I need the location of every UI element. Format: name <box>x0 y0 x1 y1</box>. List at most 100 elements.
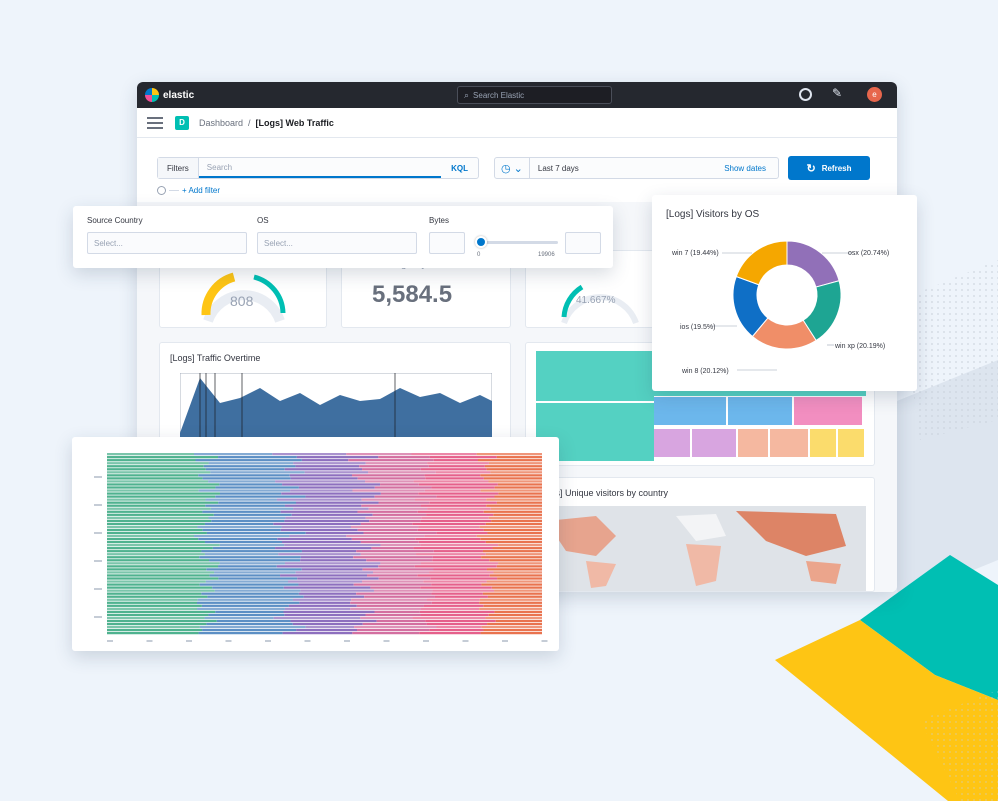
stripe-bar-segment <box>353 583 432 586</box>
bytes-range-track[interactable] <box>478 241 558 244</box>
stripe-bar-segment <box>280 528 358 532</box>
bytes-min-input[interactable] <box>429 232 465 254</box>
bytes-label: Bytes <box>429 216 450 225</box>
stripe-bar-segment <box>489 574 542 577</box>
stripe-bar-segment <box>350 601 432 604</box>
space-avatar[interactable]: D <box>175 115 189 130</box>
stripe-bar-segment <box>373 589 433 592</box>
stripe-bar-segment <box>361 498 415 501</box>
stripe-bar-segment <box>356 550 434 553</box>
stripe-bar-segment <box>420 613 489 617</box>
stacked-bar-chart <box>94 453 548 642</box>
stripe-bar-segment <box>208 516 286 519</box>
global-search[interactable]: ⌕ Search Elastic <box>457 86 612 104</box>
stripe-bar-segment <box>477 459 542 462</box>
stripe-bar-segment <box>284 468 363 471</box>
stripe-bar-segment <box>374 486 432 489</box>
breadcrumb-root[interactable]: Dashboard <box>199 118 243 128</box>
refresh-button[interactable]: ↻ Refresh <box>788 156 870 180</box>
stripe-bar-segment <box>285 516 366 519</box>
filters-button[interactable]: Filters <box>158 158 199 178</box>
bytes-range-handle[interactable] <box>475 236 487 248</box>
stripe-bar-segment <box>216 619 291 623</box>
stripe-bar-segment <box>215 610 284 614</box>
stripe-bar-segment <box>300 559 367 562</box>
stripe-bar-segment <box>488 516 542 519</box>
stripe-bar-segment <box>419 610 495 614</box>
stripe-bar-segment <box>298 583 354 586</box>
stripe-bar-segment <box>494 610 542 614</box>
stripe-bar-segment <box>206 622 293 626</box>
stripe-bar-segment <box>496 501 542 504</box>
label-win7: win 7 (19.44%) <box>672 250 719 257</box>
stripe-bar-segment <box>425 619 496 623</box>
kql-button[interactable]: KQL <box>441 164 478 173</box>
calendar-icon[interactable]: ◷ ⌄ <box>495 162 529 175</box>
stripe-bar-segment <box>284 504 362 507</box>
stripe-bar-segment <box>483 628 542 632</box>
stripe-bar-segment <box>362 568 434 571</box>
stripe-bar-segment <box>411 453 477 456</box>
gauge-3-value: 41.667% <box>576 295 616 306</box>
stripe-bar-segment <box>485 616 542 620</box>
stripe-bar-segment <box>107 522 205 526</box>
stripe-bar-segment <box>378 456 430 459</box>
stripe-bar-segment <box>486 498 542 501</box>
help-icon[interactable] <box>799 88 812 101</box>
donut-slice-osx[interactable] <box>786 240 840 288</box>
stripe-bar-segment <box>107 468 206 471</box>
stripe-bar-segment <box>107 595 208 598</box>
time-range: Last 7 days <box>528 158 724 178</box>
menu-icon[interactable] <box>147 116 163 129</box>
stripe-bar-segment <box>380 562 421 565</box>
elastic-logo-icon[interactable] <box>145 88 159 102</box>
stripe-bar-segment <box>346 534 425 538</box>
stripe-bar-segment <box>210 471 305 474</box>
avatar[interactable]: e <box>867 87 882 102</box>
add-filter-link[interactable]: + Add filter <box>182 186 220 195</box>
stripe-bar-segment <box>301 568 363 571</box>
stripe-bar-segment <box>415 537 481 541</box>
query-search-input[interactable]: Search <box>198 158 442 178</box>
stripe-bar-segment <box>107 571 215 574</box>
time-picker[interactable]: ◷ ⌄ Last 7 days Show dates <box>494 157 779 179</box>
stripe-bar-segment <box>303 595 365 598</box>
show-dates-button[interactable]: Show dates <box>724 164 778 173</box>
stripe-bar-segment <box>424 489 481 492</box>
stripe-bar-segment <box>486 568 542 571</box>
stripe-bar-segment <box>219 483 283 486</box>
source-country-select[interactable]: Select... <box>87 232 247 254</box>
stripe-bar-segment <box>290 489 353 492</box>
stripe-bar-segment <box>431 592 483 595</box>
stripe-bar-segment <box>428 465 485 468</box>
stripe-bar-segment <box>107 547 213 550</box>
stripe-bar-segment <box>209 574 281 577</box>
stripe-bar-segment <box>367 574 418 577</box>
stripe-bar-segment <box>417 528 484 532</box>
donut-slice-win-7[interactable] <box>735 240 788 286</box>
stripe-bar-segment <box>495 619 542 623</box>
visitors-os-card: [Logs] Visitors by OS win 7 (19.44%) osx… <box>652 195 917 391</box>
stripe-bar-segment <box>210 507 294 510</box>
stripe-bar-segment <box>107 498 206 501</box>
stripe-bar-segment <box>107 562 220 565</box>
stripe-bar-segment <box>480 474 542 477</box>
stripe-bar-segment <box>352 631 420 635</box>
stripe-bar-segment <box>365 480 414 483</box>
newsfeed-icon[interactable]: ✎ <box>832 86 842 100</box>
stripe-bar-segment <box>482 592 542 595</box>
stripe-bar-segment <box>480 489 542 492</box>
avg-bytes-value: 5,584.5 <box>372 281 453 308</box>
stripe-bar-segment <box>301 550 357 553</box>
stripe-bar-segment <box>197 525 282 529</box>
bytes-max-input[interactable] <box>565 232 601 254</box>
stripe-bar-segment <box>424 534 477 538</box>
toggle-icon[interactable] <box>157 186 166 195</box>
stripe-bar-segment <box>219 544 285 547</box>
add-filter-row: + Add filter <box>157 186 220 195</box>
stacked-bar-card <box>72 437 559 651</box>
stripe-bar-segment <box>107 550 202 553</box>
os-select[interactable]: Select... <box>257 232 417 254</box>
divider <box>169 190 179 191</box>
stripe-bar-segment <box>351 598 427 601</box>
